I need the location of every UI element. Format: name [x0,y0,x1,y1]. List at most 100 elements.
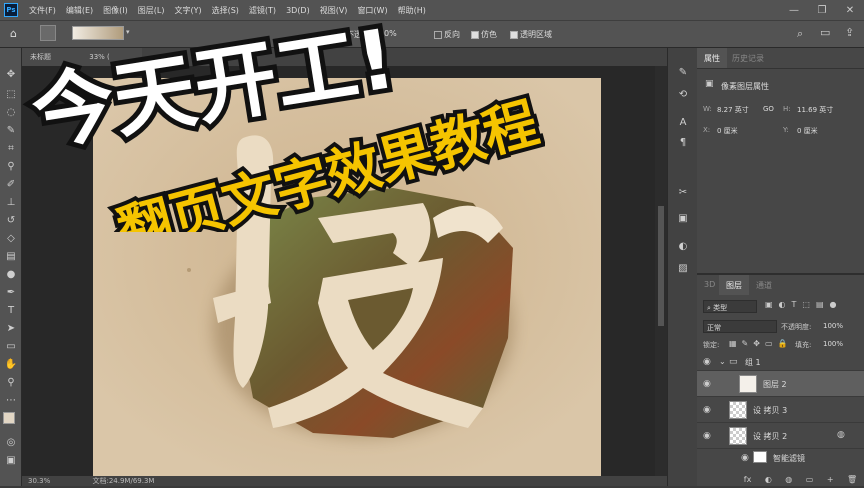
zoom-tool-icon[interactable]: ⚲ [3,374,19,390]
fx-icon[interactable]: fx [744,475,752,488]
eyedropper-tool-icon[interactable]: ⚲ [3,158,19,174]
minimize-icon[interactable]: — [780,0,808,20]
brush-settings-icon[interactable]: ✎ [675,64,691,80]
search-icon[interactable]: ⌕ [797,27,803,41]
smart-object-thumbnail [729,427,747,445]
tools-icon[interactable]: ✂ [675,184,691,200]
layer-row-filter[interactable]: ◉ 智能滤镜 [697,449,864,467]
layer-row-group[interactable]: ◉ ⌄ ▭ 组 1 [697,353,864,371]
adjustment-icon[interactable]: ◍ [785,475,792,488]
hand-tool-icon[interactable]: ✋ [3,356,19,372]
tab-properties[interactable]: 属性 [697,48,727,68]
layer-thumbnail [729,401,747,419]
h-value[interactable]: 11.69 英寸 [797,105,833,115]
layers-panel: 3D 图层 通道 ⌕ 类型 ▣◐T⬚▤● 正常 不透明度: 100% 锁定: ▦… [697,273,864,486]
foreground-color-swatch[interactable] [3,412,15,424]
photoshop-logo-icon[interactable]: Ps [4,3,18,17]
move-tool-icon[interactable]: ✥ [3,66,19,82]
eye-icon[interactable]: ◉ [703,431,711,441]
dither-label: 仿色 [481,30,497,39]
shape-tool-icon[interactable]: ▭ [3,338,19,354]
pen-tool-icon[interactable]: ✒ [3,284,19,300]
transparency-label: 透明区域 [520,30,552,39]
dither-checkbox[interactable]: 仿色 [471,29,497,40]
checkbox-icon [434,30,442,39]
panel-dock-icons: ✎ ⟲ A ¶ ✂ ▣ ◐ ▨ [667,48,697,486]
layer-thumbnail [739,375,757,393]
vertical-scrollbar[interactable] [655,66,667,476]
tab-history[interactable]: 历史记录 [725,48,771,68]
x-value[interactable]: 0 厘米 [717,126,738,136]
edit-toolbar-icon[interactable]: ⋯ [3,392,19,408]
marquee-tool-icon[interactable]: ⬚ [3,86,19,102]
trash-icon[interactable]: 🗑 [847,475,857,488]
reverse-checkbox[interactable]: 反向 [434,29,460,40]
eraser-tool-icon[interactable]: ◇ [3,230,19,246]
history-icon[interactable]: ⟲ [675,86,691,102]
libraries-icon[interactable]: ▨ [675,260,691,276]
w-label: W: [703,105,712,113]
chevron-down-icon[interactable]: ⌄ [719,357,726,366]
x-label: X: [703,126,711,134]
transparency-checkbox[interactable]: 透明区域 [510,29,552,40]
divider [697,68,864,69]
lasso-tool-icon[interactable]: ◌ [3,104,19,120]
mask-icon[interactable]: ◐ [765,475,772,488]
layer-row[interactable]: ◉ 设 拷贝 3 [697,397,864,423]
link-icon[interactable]: GO [763,105,774,113]
smart-filter-icon[interactable]: ◍ [837,430,845,440]
gradient-tool-icon[interactable]: ▤ [3,248,19,264]
history-brush-icon[interactable]: ↺ [3,212,19,228]
type-tool-icon[interactable]: T [3,302,19,318]
stamp-tool-icon[interactable]: ⊥ [3,194,19,210]
fill-label: 填充: [795,341,812,349]
new-layer-icon[interactable]: + [827,475,834,488]
eye-icon[interactable]: ◉ [703,405,711,415]
filter-mask-thumbnail [753,451,767,463]
dodge-tool-icon[interactable]: ● [3,266,19,282]
adjust-icon[interactable]: ◐ [675,238,691,254]
tab-channels[interactable]: 通道 [749,275,779,295]
pixel-layer-icon: ▣ [705,79,714,89]
y-value[interactable]: 0 厘米 [797,126,818,136]
fill-value[interactable]: 100% [823,340,843,348]
layer-row[interactable]: ◉ 设 拷贝 2 ◍ [697,423,864,449]
title-sub: 翻页文字效果教程 [111,91,545,232]
eye-icon[interactable]: ◉ [703,379,711,389]
properties-panel: 属性 历史记录 ▣ 像素图层属性 W: 8.27 英寸 GO H: 11.69 … [697,48,864,273]
blend-mode-dropdown[interactable]: 正常 [703,320,777,333]
status-bar: 30.3% 文档:24.9M/69.3M [22,476,692,486]
layer-name: 设 拷贝 3 [753,406,788,415]
screen-mode-icon[interactable]: ▣ [3,452,19,468]
group-icon[interactable]: ▭ [806,475,814,488]
restore-icon[interactable]: ❐ [808,0,836,20]
quick-mask-icon[interactable]: ◎ [3,434,19,450]
eye-icon[interactable]: ◉ [741,453,749,463]
opacity-value[interactable]: 100% [823,322,843,330]
scrollbar-thumb[interactable] [658,206,664,326]
w-value[interactable]: 8.27 英寸 [717,105,749,115]
layer-filter-dropdown[interactable]: ⌕ 类型 [703,300,757,313]
share-icon[interactable]: ⇪ [845,26,854,39]
opacity-label: 不透明度: [781,323,812,331]
brush-tool-icon[interactable]: ✐ [3,176,19,192]
status-zoom[interactable]: 30.3% [28,477,50,485]
image-icon[interactable]: ▣ [675,210,691,226]
crop-tool-icon[interactable]: ⌗ [3,140,19,156]
paragraph-mark-icon[interactable]: ¶ [675,134,691,150]
paragraph-icon[interactable]: A [675,114,691,130]
filter-kind: 类型 [713,304,728,312]
layer-name: 智能滤镜 [773,454,805,463]
eye-icon[interactable]: ◉ [703,357,711,367]
home-icon[interactable]: ⌂ [10,27,17,40]
lock-icons[interactable]: ▦✎✥▭🔒 [729,339,792,348]
layer-filter-icons[interactable]: ▣◐T⬚▤● [765,300,843,309]
tab-layers[interactable]: 图层 [719,275,749,295]
quick-select-tool-icon[interactable]: ✎ [3,122,19,138]
blend-mode-value: 正常 [707,324,721,332]
workspace-icon[interactable]: ▭ [820,26,830,39]
layer-row-selected[interactable]: ◉ 图层 2 [697,371,864,397]
path-select-tool-icon[interactable]: ➤ [3,320,19,336]
close-icon[interactable]: ✕ [836,0,864,20]
layer-name: 设 拷贝 2 [753,432,788,441]
